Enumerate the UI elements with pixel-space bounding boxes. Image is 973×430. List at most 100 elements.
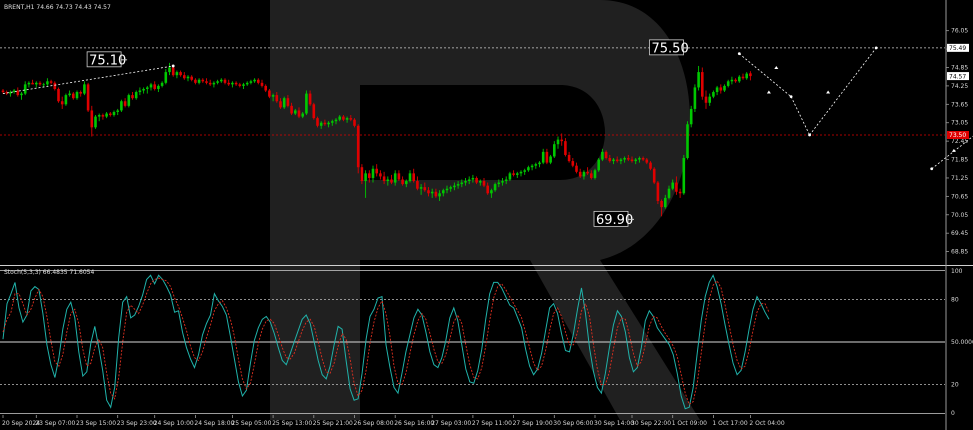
candle[interactable] bbox=[615, 159, 619, 162]
candle[interactable] bbox=[1, 90, 5, 93]
candle[interactable] bbox=[442, 190, 445, 194]
candle[interactable] bbox=[745, 73, 748, 79]
candle[interactable] bbox=[427, 190, 430, 194]
candle[interactable] bbox=[375, 168, 378, 174]
candle[interactable] bbox=[349, 118, 353, 120]
candle[interactable] bbox=[501, 181, 504, 183]
candle[interactable] bbox=[160, 82, 164, 86]
candle[interactable] bbox=[519, 171, 523, 174]
candle[interactable] bbox=[94, 116, 97, 128]
candle[interactable] bbox=[386, 179, 390, 182]
candle[interactable] bbox=[271, 95, 275, 97]
candle[interactable] bbox=[749, 73, 752, 77]
candle[interactable] bbox=[116, 110, 119, 112]
candle[interactable] bbox=[516, 173, 519, 175]
candle[interactable] bbox=[734, 79, 737, 82]
candle[interactable] bbox=[238, 84, 242, 86]
candle[interactable] bbox=[179, 72, 182, 76]
candle[interactable] bbox=[382, 176, 386, 182]
candle[interactable] bbox=[83, 84, 86, 94]
candle[interactable] bbox=[582, 171, 586, 177]
candle[interactable] bbox=[693, 87, 697, 109]
candle[interactable] bbox=[630, 159, 634, 162]
candle[interactable] bbox=[652, 168, 656, 183]
candle[interactable] bbox=[90, 110, 94, 128]
candle[interactable] bbox=[301, 113, 304, 117]
candle[interactable] bbox=[730, 79, 734, 82]
candle[interactable] bbox=[35, 82, 38, 85]
candle[interactable] bbox=[27, 82, 31, 85]
candle[interactable] bbox=[75, 92, 79, 99]
candle[interactable] bbox=[656, 182, 660, 201]
candle[interactable] bbox=[475, 177, 478, 183]
candle[interactable] bbox=[464, 181, 467, 183]
candle[interactable] bbox=[682, 158, 686, 194]
candle[interactable] bbox=[408, 173, 412, 182]
candle[interactable] bbox=[675, 182, 678, 192]
candle[interactable] bbox=[597, 159, 600, 171]
candle[interactable] bbox=[649, 162, 652, 169]
candle[interactable] bbox=[479, 181, 482, 183]
candle[interactable] bbox=[723, 85, 726, 91]
candle[interactable] bbox=[123, 101, 127, 106]
candle[interactable] bbox=[68, 93, 71, 96]
candle[interactable] bbox=[438, 193, 441, 197]
candle[interactable] bbox=[120, 101, 123, 111]
candle[interactable] bbox=[331, 121, 334, 123]
candle[interactable] bbox=[590, 173, 593, 178]
candle[interactable] bbox=[260, 82, 264, 86]
candle[interactable] bbox=[530, 165, 534, 168]
candle[interactable] bbox=[220, 79, 223, 82]
candle[interactable] bbox=[627, 158, 630, 160]
candle[interactable] bbox=[430, 191, 434, 194]
candle[interactable] bbox=[360, 167, 364, 182]
candle[interactable] bbox=[512, 173, 515, 175]
candle[interactable] bbox=[149, 84, 153, 88]
candle[interactable] bbox=[534, 164, 538, 166]
candle[interactable] bbox=[412, 173, 415, 182]
candle[interactable] bbox=[553, 144, 556, 157]
candle[interactable] bbox=[708, 96, 711, 103]
candle[interactable] bbox=[508, 173, 512, 180]
candle[interactable] bbox=[20, 93, 23, 96]
candle[interactable] bbox=[168, 67, 171, 73]
candle[interactable] bbox=[453, 185, 456, 188]
candle[interactable] bbox=[379, 173, 382, 177]
candle[interactable] bbox=[527, 167, 530, 171]
candle[interactable] bbox=[264, 85, 267, 91]
candle[interactable] bbox=[623, 158, 626, 160]
candle[interactable] bbox=[486, 185, 489, 194]
candle[interactable] bbox=[701, 72, 704, 97]
candle[interactable] bbox=[604, 151, 608, 159]
candle[interactable] bbox=[312, 104, 316, 119]
candle[interactable] bbox=[257, 79, 260, 83]
candle[interactable] bbox=[460, 182, 464, 185]
candle[interactable] bbox=[575, 165, 578, 172]
candle[interactable] bbox=[564, 141, 567, 155]
candle[interactable] bbox=[97, 115, 101, 117]
candle[interactable] bbox=[490, 190, 493, 194]
candle[interactable] bbox=[57, 88, 60, 102]
candle[interactable] bbox=[664, 197, 667, 208]
candle[interactable] bbox=[253, 79, 256, 82]
candle[interactable] bbox=[109, 113, 112, 116]
candle[interactable] bbox=[416, 181, 419, 189]
candle[interactable] bbox=[593, 170, 597, 178]
candle[interactable] bbox=[471, 177, 475, 180]
candle[interactable] bbox=[390, 179, 393, 183]
candle[interactable] bbox=[545, 151, 549, 163]
candle[interactable] bbox=[46, 81, 49, 85]
candle[interactable] bbox=[323, 122, 327, 125]
candle[interactable] bbox=[294, 110, 297, 114]
candle[interactable] bbox=[242, 84, 245, 86]
candle[interactable] bbox=[493, 184, 497, 191]
candle[interactable] bbox=[560, 139, 563, 142]
candle[interactable] bbox=[549, 156, 552, 163]
candle[interactable] bbox=[316, 118, 319, 126]
candle[interactable] bbox=[319, 122, 323, 126]
trading-chart[interactable]: 75.10 75.50 69.90 100 80 50.0000 20 0 76.05 75.… bbox=[0, 0, 973, 430]
candle[interactable] bbox=[393, 173, 397, 183]
candle[interactable] bbox=[342, 116, 345, 120]
candle[interactable] bbox=[197, 79, 201, 83]
candle[interactable] bbox=[423, 187, 427, 191]
